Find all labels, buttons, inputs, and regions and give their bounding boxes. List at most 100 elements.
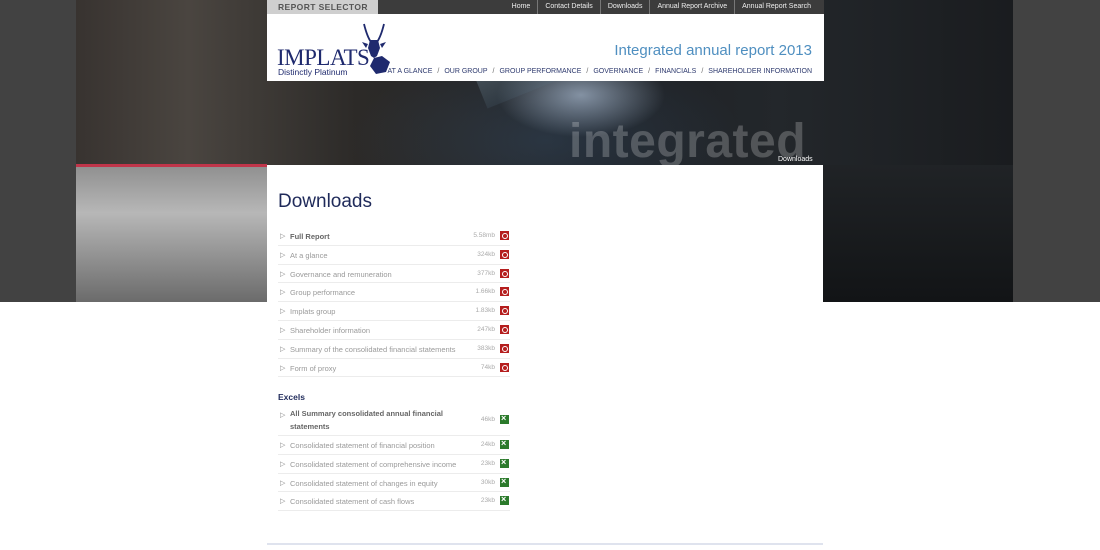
play-arrow-icon: ▷ bbox=[280, 442, 286, 449]
nav-separator: / bbox=[701, 68, 704, 75]
download-label: Full Report bbox=[290, 232, 330, 241]
excel-icon[interactable] bbox=[500, 413, 509, 424]
pdf-icon[interactable] bbox=[500, 324, 509, 334]
download-row-at-a-glance[interactable]: ▷ At a glance 324kb bbox=[278, 246, 510, 265]
play-arrow-icon: ▷ bbox=[280, 326, 286, 334]
download-row-group-performance[interactable]: ▷ Group performance 1.66kb bbox=[278, 283, 510, 303]
rock-wall bbox=[76, 165, 267, 302]
excel-icon[interactable] bbox=[500, 494, 509, 506]
downloads-link[interactable]: Downloads bbox=[599, 0, 650, 14]
file-size: 23kb bbox=[480, 497, 495, 505]
download-label: Consolidated statement of comprehensive … bbox=[290, 459, 457, 469]
download-row-changes-in-equity[interactable]: ▷ Consolidated statement of changes in e… bbox=[278, 474, 510, 493]
main-navigation: AT A GLANCE / OUR GROUP / GROUP PERFORMA… bbox=[388, 68, 813, 75]
nav-at-a-glance[interactable]: AT A GLANCE bbox=[388, 68, 433, 75]
nav-shareholder-information[interactable]: SHAREHOLDER INFORMATION bbox=[708, 68, 812, 75]
file-size: 23kb bbox=[480, 459, 495, 467]
download-row-full-report[interactable]: ▷ Full Report 5.58mb bbox=[278, 227, 510, 246]
nav-governance[interactable]: GOVERNANCE bbox=[593, 68, 643, 75]
report-selector-label: REPORT SELECTOR bbox=[278, 2, 368, 12]
download-label: Group performance bbox=[290, 288, 356, 298]
file-size: 324kb bbox=[477, 250, 495, 258]
pdf-icon[interactable] bbox=[500, 249, 509, 259]
play-arrow-icon: ▷ bbox=[280, 289, 286, 297]
download-label: All Summary consolidated annual financia… bbox=[290, 409, 443, 431]
footer-divider bbox=[267, 543, 823, 545]
nav-financials[interactable]: FINANCIALS bbox=[655, 68, 696, 75]
page-title: Downloads bbox=[278, 191, 372, 212]
download-label: At a glance bbox=[290, 250, 328, 260]
home-link[interactable]: Home bbox=[505, 0, 538, 14]
excel-icon[interactable] bbox=[500, 438, 509, 449]
download-label: Governance and remuneration bbox=[290, 269, 392, 279]
play-arrow-icon: ▷ bbox=[280, 498, 286, 506]
download-label: Consolidated statement of cash flows bbox=[290, 497, 415, 507]
pdf-icon[interactable] bbox=[500, 343, 509, 353]
download-row-shareholder-information[interactable]: ▷ Shareholder information 247kb bbox=[278, 321, 510, 340]
hero-side-right bbox=[1013, 0, 1100, 302]
nav-separator: / bbox=[437, 68, 440, 75]
download-row-form-of-proxy[interactable]: ▷ Form of proxy 74kb bbox=[278, 359, 510, 378]
pdf-icon[interactable] bbox=[500, 268, 509, 278]
pdf-icon[interactable] bbox=[500, 287, 509, 297]
download-label: Summary of the consolidated financial st… bbox=[290, 344, 456, 354]
download-row-implats-group[interactable]: ▷ Implats group 1.83kb bbox=[278, 302, 510, 321]
contact-details-link[interactable]: Contact Details bbox=[537, 0, 599, 14]
file-size: 30kb bbox=[480, 478, 495, 486]
file-size: 46kb bbox=[480, 416, 495, 423]
utility-links: Home Contact Details Downloads Annual Re… bbox=[505, 0, 818, 14]
pdf-icon[interactable] bbox=[500, 362, 509, 372]
play-arrow-icon: ▷ bbox=[280, 460, 286, 468]
nav-our-group[interactable]: OUR GROUP bbox=[444, 68, 487, 75]
nav-separator: / bbox=[648, 68, 651, 75]
nav-separator: / bbox=[492, 68, 495, 75]
tunnel-floor bbox=[823, 165, 1013, 302]
download-label: Form of proxy bbox=[290, 363, 337, 373]
download-row-financial-position[interactable]: ▷ Consolidated statement of financial po… bbox=[278, 436, 510, 455]
nav-separator: / bbox=[586, 68, 589, 75]
excel-icon[interactable] bbox=[500, 457, 509, 468]
play-arrow-icon: ▷ bbox=[280, 412, 286, 419]
excel-download-list: ▷ All Summary consolidated annual financ… bbox=[278, 406, 510, 512]
impala-logo-icon bbox=[362, 23, 390, 74]
play-arrow-icon: ▷ bbox=[280, 345, 286, 353]
file-size: 1.83kb bbox=[475, 307, 495, 315]
top-utility-bar: REPORT SELECTOR▷ Home Contact Details Do… bbox=[267, 0, 824, 26]
file-size: 1.66kb bbox=[475, 288, 495, 296]
pdf-icon[interactable] bbox=[500, 306, 509, 316]
report-selector-button[interactable]: REPORT SELECTOR▷ bbox=[267, 0, 378, 26]
download-row-comprehensive-income[interactable]: ▷ Consolidated statement of comprehensiv… bbox=[278, 455, 510, 474]
play-arrow-icon: ▷ bbox=[280, 251, 286, 259]
file-size: 74kb bbox=[480, 363, 495, 371]
download-row-governance[interactable]: ▷ Governance and remuneration 377kb bbox=[278, 265, 510, 284]
site-title: Integrated annual report 2013 bbox=[614, 42, 812, 59]
excels-heading: Excels bbox=[278, 392, 305, 402]
download-label: Consolidated statement of financial posi… bbox=[290, 441, 435, 450]
annual-report-search-link[interactable]: Annual Report Search bbox=[734, 0, 818, 14]
nav-group-performance[interactable]: GROUP PERFORMANCE bbox=[499, 68, 581, 75]
file-size: 247kb bbox=[477, 325, 495, 333]
annual-report-archive-link[interactable]: Annual Report Archive bbox=[649, 0, 734, 14]
logo-tagline: Distinctly Platinum bbox=[278, 67, 348, 77]
implats-logo[interactable]: IMPLATS Distinctly Platinum bbox=[277, 22, 397, 77]
excel-icon[interactable] bbox=[500, 476, 509, 487]
play-arrow-icon: ▷ bbox=[280, 364, 286, 372]
tunnel-marker-line bbox=[76, 164, 267, 167]
file-size: 377kb bbox=[477, 269, 495, 277]
download-row-cash-flows[interactable]: ▷ Consolidated statement of cash flows 2… bbox=[278, 492, 510, 512]
site-header: IMPLATS Distinctly Platinum Integrated a… bbox=[267, 14, 824, 81]
download-row-all-summary-afs[interactable]: ▷ All Summary consolidated annual financ… bbox=[278, 406, 510, 436]
play-arrow-icon: ▷ bbox=[280, 479, 286, 487]
hero-side-left bbox=[0, 0, 76, 302]
download-label: Implats group bbox=[290, 307, 336, 317]
download-row-summary-financial-statements[interactable]: ▷ Summary of the consolidated financial … bbox=[278, 340, 510, 359]
hero-watermark-word: integrated bbox=[569, 118, 807, 165]
pdf-download-list: ▷ Full Report 5.58mb ▷ At a glance 324kb… bbox=[278, 227, 510, 378]
pdf-icon[interactable] bbox=[500, 231, 509, 240]
play-arrow-icon: ▷ bbox=[280, 270, 286, 278]
play-arrow-icon: ▷ bbox=[280, 233, 286, 240]
file-size: 5.58mb bbox=[473, 232, 495, 239]
file-size: 24kb bbox=[480, 441, 495, 448]
play-arrow-icon: ▷ bbox=[280, 308, 286, 316]
download-label: Shareholder information bbox=[290, 325, 371, 335]
